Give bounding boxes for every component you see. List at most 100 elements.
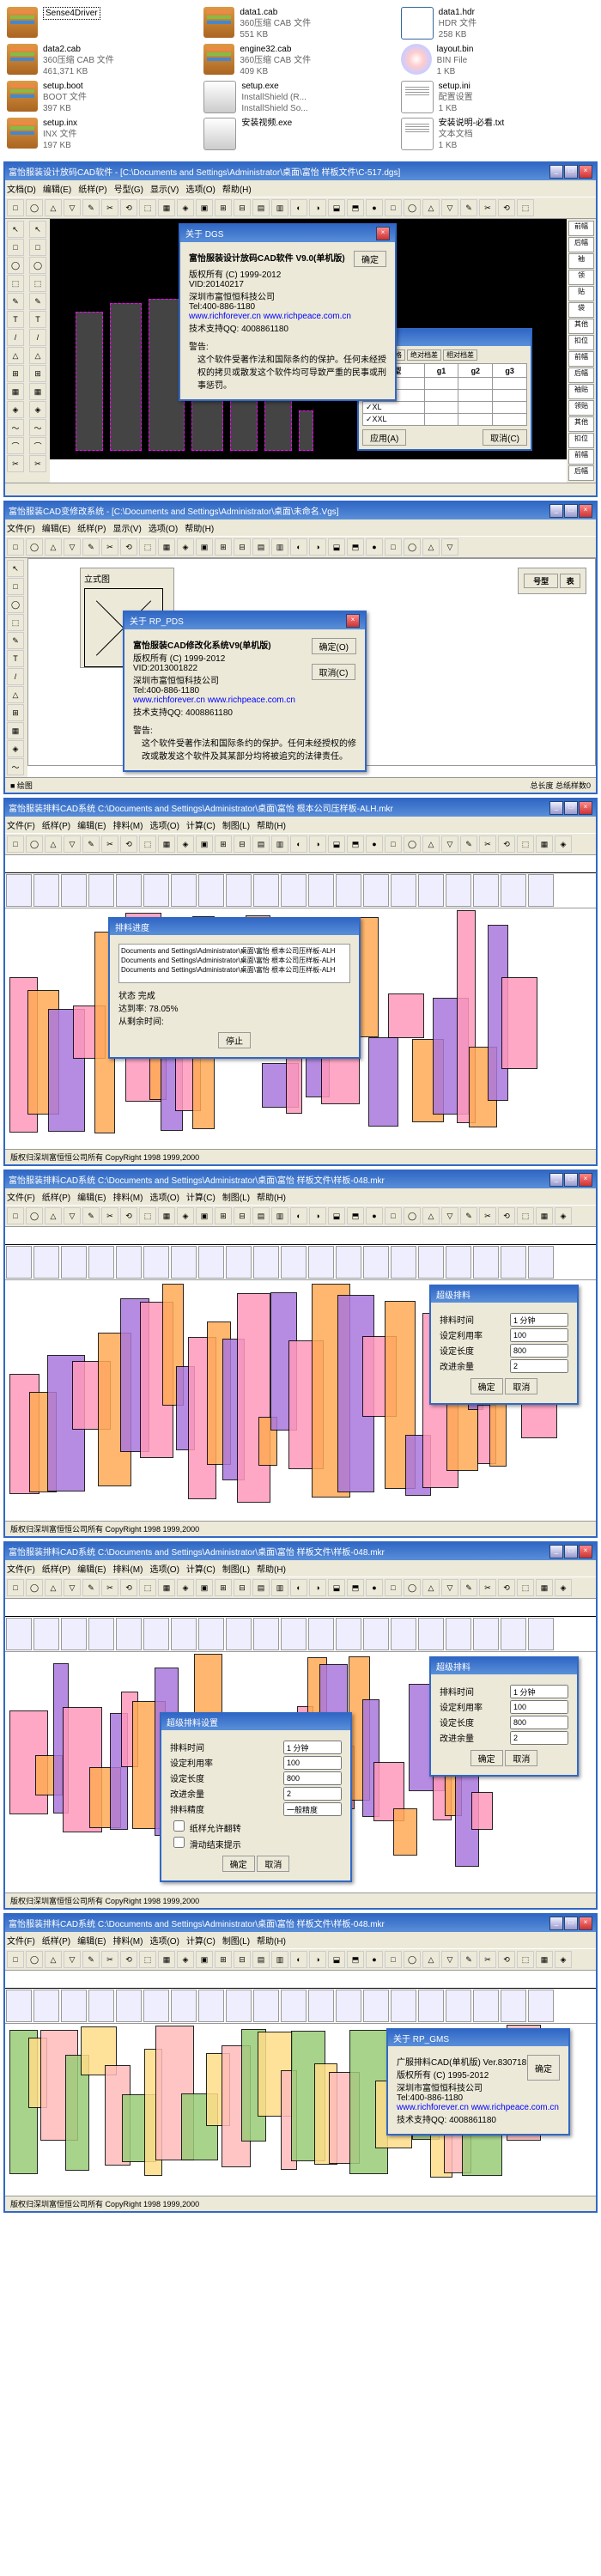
toolbar-button[interactable]: ▦	[536, 1207, 553, 1224]
maximize-button[interactable]: □	[564, 165, 578, 179]
menu-item[interactable]: 选项(O)	[149, 521, 178, 534]
toolbar-button[interactable]: ⬓	[328, 538, 345, 556]
tray-piece[interactable]	[501, 1618, 526, 1650]
toolbar-button[interactable]: △	[422, 1951, 440, 1968]
tray-piece[interactable]	[226, 1618, 252, 1650]
tool-button[interactable]: ✎	[7, 293, 24, 310]
tray-piece[interactable]	[6, 1618, 32, 1650]
tray-piece[interactable]	[171, 1990, 197, 2022]
tool-button[interactable]: ～	[29, 419, 46, 436]
toolbar-button[interactable]: ⊞	[215, 199, 232, 216]
toolbar-button[interactable]: △	[422, 1579, 440, 1596]
toolbar-button[interactable]: ⬚	[139, 1207, 156, 1224]
tool-button[interactable]: ✂	[7, 455, 24, 472]
menu-item[interactable]: 编辑(E)	[77, 1190, 106, 1203]
marker-area[interactable]: 超级排料 排料时间设定利用率设定长度改进余量确定 取消	[5, 1280, 596, 1521]
toolbar-button[interactable]: ⬓	[328, 199, 345, 216]
menu-item[interactable]: 计算(C)	[186, 1934, 216, 1947]
toolbar-button[interactable]: ⊞	[215, 1951, 232, 1968]
toolbar-button[interactable]: ▣	[196, 199, 213, 216]
toolbar-button[interactable]: ✎	[82, 1207, 100, 1224]
tool-button[interactable]: /	[7, 329, 24, 346]
tray-piece[interactable]	[171, 1618, 197, 1650]
piece-thumb[interactable]: 后幅	[568, 368, 594, 383]
tool-button[interactable]: ◯	[7, 257, 24, 274]
menu-item[interactable]: 编辑(E)	[42, 521, 70, 534]
tab[interactable]: 绝对档差	[407, 349, 441, 361]
menu-item[interactable]: 帮助(H)	[185, 521, 214, 534]
tray-piece[interactable]	[33, 874, 59, 907]
toolbar-button[interactable]: □	[7, 835, 24, 853]
marker-area[interactable]: 排料进度 Documents and Settings\Administrato…	[5, 908, 596, 1149]
tray-piece[interactable]	[253, 1246, 279, 1279]
piece-tray[interactable]	[5, 1989, 596, 2024]
menu-item[interactable]: 计算(C)	[186, 1562, 216, 1575]
toolbar-button[interactable]: ⊟	[234, 835, 251, 853]
tray-piece[interactable]	[281, 1618, 307, 1650]
toolbar-button[interactable]: ◐	[290, 538, 307, 556]
tray-piece[interactable]	[61, 1246, 87, 1279]
menu-item[interactable]: 文件(F)	[7, 521, 35, 534]
cancel-button[interactable]: 取消	[505, 1378, 537, 1394]
maximize-button[interactable]: □	[564, 801, 578, 815]
toolbar-button[interactable]: □	[7, 199, 24, 216]
file-item[interactable]: setup.ini配置设置1 KB	[401, 81, 594, 114]
toolbar-button[interactable]: □	[385, 199, 402, 216]
cancel-button[interactable]: 取消(C)	[483, 429, 527, 446]
tray-piece[interactable]	[528, 1246, 554, 1279]
toolbar-button[interactable]: ✎	[460, 199, 477, 216]
piece-thumb[interactable]: 贴	[568, 286, 594, 301]
param-input[interactable]	[510, 1731, 568, 1745]
tool-button[interactable]: ↖	[7, 560, 24, 577]
ok-button[interactable]: 确定	[527, 2055, 560, 2081]
tool-button[interactable]: ▦	[7, 722, 24, 739]
pattern-piece[interactable]	[388, 993, 425, 1038]
tool-button[interactable]: ✎	[29, 293, 46, 310]
tray-piece[interactable]	[33, 1246, 59, 1279]
tool-button[interactable]: T	[7, 311, 24, 328]
menu-item[interactable]: 排料(M)	[112, 818, 143, 831]
toolbar-button[interactable]: ⬚	[517, 199, 534, 216]
toolbar-button[interactable]: ◈	[177, 199, 194, 216]
tray-piece[interactable]	[143, 1990, 169, 2022]
tray-piece[interactable]	[198, 874, 224, 907]
toolbar-button[interactable]: ◐	[290, 1951, 307, 1968]
canvas[interactable]: 关于 DGS× 富怡服装设计放码CAD软件 V9.0(单机版)确定 版权所有 (…	[50, 219, 567, 459]
piece-thumb[interactable]: 后幅	[568, 237, 594, 252]
tool-button[interactable]: ⌒	[29, 437, 46, 454]
minimize-button[interactable]: _	[549, 504, 563, 518]
tray-piece[interactable]	[308, 874, 334, 907]
toolbar-button[interactable]: ▽	[64, 199, 81, 216]
tool-button[interactable]: △	[7, 347, 24, 364]
pattern-piece[interactable]	[286, 1056, 301, 1114]
param-input[interactable]	[510, 1716, 568, 1729]
tray-piece[interactable]	[418, 1246, 444, 1279]
piece-thumb[interactable]: 扣位	[568, 335, 594, 350]
toolbar-button[interactable]: ▽	[441, 1207, 458, 1224]
tray-piece[interactable]	[281, 1246, 307, 1279]
menu-item[interactable]: 文件(F)	[7, 1934, 35, 1947]
menu-item[interactable]: 文档(D)	[7, 182, 36, 195]
toolbar-button[interactable]: ⬒	[347, 835, 364, 853]
tray-piece[interactable]	[336, 1990, 361, 2022]
toolbar-button[interactable]: □	[7, 1951, 24, 1968]
toolbar-button[interactable]: ◯	[26, 199, 43, 216]
menu-item[interactable]: 帮助(H)	[257, 1934, 286, 1947]
menu-item[interactable]: 编辑(E)	[77, 1562, 106, 1575]
toolbar-button[interactable]: ◯	[26, 835, 43, 853]
tool-button[interactable]: ↖	[29, 221, 46, 238]
toolbar-button[interactable]: ⟲	[120, 1579, 137, 1596]
toolbar-button[interactable]: ▤	[252, 1207, 270, 1224]
tray-piece[interactable]	[88, 1618, 114, 1650]
menu-item[interactable]: 显示(V)	[150, 182, 179, 195]
toolbar-button[interactable]: ✂	[479, 1207, 496, 1224]
toolbar-button[interactable]: ◈	[555, 835, 572, 853]
toolbar-button[interactable]: ⬓	[328, 1207, 345, 1224]
tray-piece[interactable]	[226, 1246, 252, 1279]
tool-button[interactable]: /	[7, 668, 24, 685]
toolbar-button[interactable]: ◯	[26, 1207, 43, 1224]
toolbar-button[interactable]: □	[385, 538, 402, 556]
tool-button[interactable]: ⌒	[7, 437, 24, 454]
piece-thumb[interactable]: 袖	[568, 253, 594, 269]
menu-item[interactable]: 文件(F)	[7, 818, 35, 831]
